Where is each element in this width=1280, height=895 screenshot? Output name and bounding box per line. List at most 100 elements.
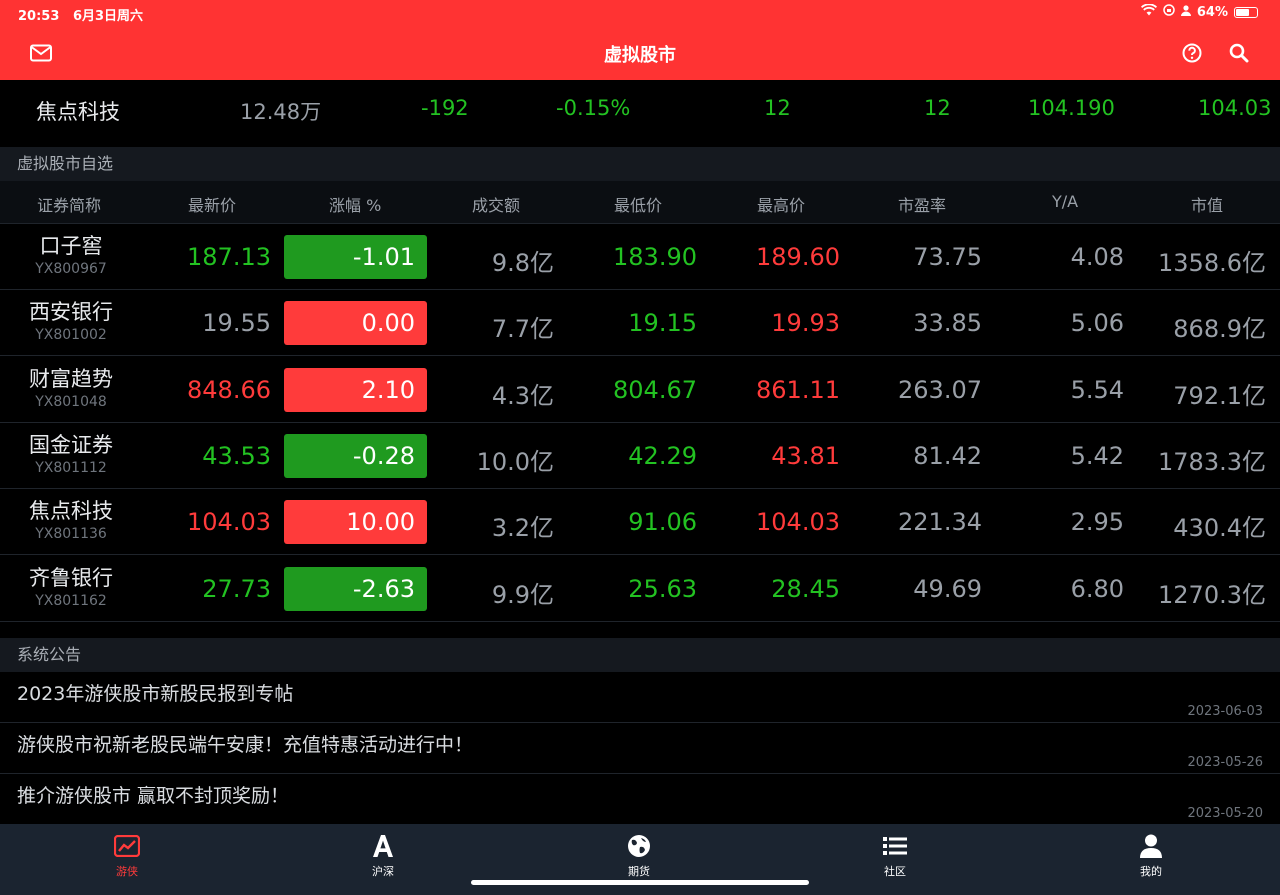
- notice-date: 2023-05-26: [1187, 755, 1263, 770]
- col-high[interactable]: 最高价: [757, 192, 805, 216]
- notice-title: 推介游侠股市 赢取不封顶奖励！: [17, 785, 290, 807]
- stock-row[interactable]: 国金证券 YX801112 -0.28 43.53 10.0亿 42.29 43.81 81.…: [0, 422, 1280, 489]
- stock-code: YX801162: [35, 592, 107, 609]
- stock-low: 91.06: [628, 508, 697, 537]
- stock-market-cap: 792.1亿: [1173, 381, 1266, 410]
- col-name[interactable]: 证券简称: [37, 192, 101, 216]
- notice-date: 2023-05-20: [1187, 806, 1263, 821]
- watchlist-header: 虚拟股市自选: [0, 147, 1280, 181]
- ticker-value-2: 12: [924, 96, 951, 120]
- ticker-name: 焦点科技: [36, 100, 120, 124]
- stock-ya: 5.06: [1070, 309, 1124, 338]
- stock-name: 焦点科技: [29, 499, 113, 524]
- search-icon[interactable]: [1226, 40, 1252, 66]
- stock-low: 42.29: [628, 441, 697, 470]
- ticker-change: -192: [421, 96, 469, 120]
- stock-row[interactable]: 齐鲁银行 YX801162 -2.63 27.73 9.9亿 25.63 28.45 49.6…: [0, 555, 1280, 622]
- stock-market-cap: 430.4亿: [1173, 514, 1266, 543]
- stock-row[interactable]: 财富趋势 YX801048 2.10 848.66 4.3亿 804.67 861.11 26…: [0, 356, 1280, 423]
- ticker-row[interactable]: 焦点科技 12.48万 -192 -0.15% 12 12 104.190 10…: [0, 84, 1280, 132]
- notice-item[interactable]: 推介游侠股市 赢取不封顶奖励！ 2023-05-20: [0, 774, 1280, 825]
- stock-code: YX801048: [35, 393, 107, 410]
- stock-high: 28.45: [771, 574, 840, 603]
- stock-row[interactable]: 焦点科技 YX801136 10.00 104.03 3.2亿 91.06 104.03 22…: [0, 489, 1280, 556]
- tab-label: 游侠: [116, 865, 138, 878]
- tab-label: 沪深: [372, 865, 394, 878]
- ticker-value-3: 104.190: [1028, 96, 1115, 120]
- notice-item[interactable]: 游侠股市祝新老股民端午安康！充值特惠活动进行中！ 2023-05-26: [0, 723, 1280, 774]
- stock-code: YX801136: [35, 526, 107, 543]
- help-icon[interactable]: [1179, 40, 1205, 66]
- stock-price: 104.03: [187, 508, 271, 537]
- stock-row[interactable]: 西安银行 YX801002 0.00 19.55 7.7亿 19.15 19.93 33.85…: [0, 290, 1280, 357]
- status-indicators: 64%: [1140, 3, 1258, 20]
- ticker-value-4: 104.03: [1198, 96, 1272, 120]
- letter-a-icon: [333, 833, 433, 859]
- stock-amount: 9.8亿: [491, 249, 554, 277]
- home-indicator[interactable]: [471, 880, 809, 885]
- top-navbar: 虚拟股市: [0, 26, 1280, 80]
- lock-rotation-icon: [1163, 4, 1175, 20]
- tab-mine[interactable]: 我的: [1101, 824, 1201, 884]
- ticker-value-1: 12: [764, 96, 791, 120]
- stock-name: 国金证券: [29, 432, 113, 457]
- stock-pe: 73.75: [913, 243, 982, 271]
- stock-name: 口子窖: [39, 234, 103, 258]
- tab-futures[interactable]: 期货: [589, 824, 689, 884]
- col-low[interactable]: 最低价: [614, 192, 662, 216]
- change-badge[interactable]: -1.01: [284, 235, 427, 279]
- stock-pe: 49.69: [913, 574, 982, 603]
- stock-name: 齐鲁银行: [29, 565, 113, 590]
- stock-pe: 221.34: [898, 508, 982, 537]
- stock-amount: 3.2亿: [491, 514, 554, 543]
- stock-amount: 10.0亿: [476, 447, 554, 476]
- list-icon: [845, 833, 945, 859]
- col-amount[interactable]: 成交额: [472, 192, 520, 216]
- status-time: 20:53 6月3日周六: [18, 9, 144, 24]
- stock-amount: 4.3亿: [491, 381, 554, 410]
- change-badge[interactable]: 0.00: [284, 301, 427, 346]
- page-title: 虚拟股市: [604, 45, 676, 66]
- stock-price: 43.53: [202, 441, 271, 470]
- stock-market-cap: 1358.6亿: [1158, 249, 1266, 277]
- tab-community[interactable]: 社区: [845, 824, 945, 884]
- stock-high: 189.60: [756, 243, 840, 271]
- tab-label: 我的: [1140, 865, 1162, 878]
- stock-pe: 263.07: [898, 375, 982, 404]
- battery-percent: 64%: [1196, 4, 1228, 20]
- stock-ya: 6.80: [1070, 574, 1124, 603]
- stock-price: 19.55: [202, 309, 271, 338]
- col-ya[interactable]: Y/A: [1052, 192, 1078, 211]
- stock-high: 861.11: [756, 375, 840, 404]
- change-badge[interactable]: 2.10: [284, 367, 427, 412]
- tab-youxia[interactable]: 游侠: [77, 824, 177, 884]
- notice-title: 游侠股市祝新老股民端午安康！充值特惠活动进行中！: [17, 734, 474, 756]
- stock-amount: 9.9亿: [491, 580, 554, 609]
- stock-price: 187.13: [187, 243, 271, 271]
- notice-item[interactable]: 2023年游侠股市新股民报到专帖 2023-06-03: [0, 672, 1280, 723]
- col-pe[interactable]: 市盈率: [898, 192, 946, 216]
- globe-icon: [589, 833, 689, 859]
- stock-low: 804.67: [613, 375, 697, 404]
- stock-ya: 4.08: [1070, 243, 1124, 271]
- col-change[interactable]: 涨幅 %: [329, 192, 381, 216]
- col-price[interactable]: 最新价: [188, 192, 236, 216]
- battery-icon: [1234, 6, 1258, 18]
- chart-icon: [77, 833, 177, 859]
- col-cap[interactable]: 市值: [1191, 192, 1223, 216]
- stock-pe: 33.85: [913, 309, 982, 338]
- stock-low: 19.15: [628, 309, 697, 338]
- stock-market-cap: 1270.3亿: [1158, 580, 1266, 609]
- stock-name: 财富趋势: [29, 366, 113, 391]
- tab-hushen[interactable]: 沪深: [333, 824, 433, 884]
- change-badge[interactable]: -0.28: [284, 433, 427, 478]
- stock-low: 25.63: [628, 574, 697, 603]
- stock-amount: 7.7亿: [491, 315, 554, 344]
- stock-high: 43.81: [771, 441, 840, 470]
- stock-ya: 5.42: [1070, 441, 1124, 470]
- stock-row[interactable]: 口子窖 YX800967 -1.01 187.13 9.8亿 183.90 189.60 73…: [0, 224, 1280, 290]
- change-badge[interactable]: -2.63: [284, 566, 427, 611]
- stock-code: YX800967: [35, 261, 107, 277]
- stock-market-cap: 1783.3亿: [1158, 447, 1266, 476]
- change-badge[interactable]: 10.00: [284, 500, 427, 545]
